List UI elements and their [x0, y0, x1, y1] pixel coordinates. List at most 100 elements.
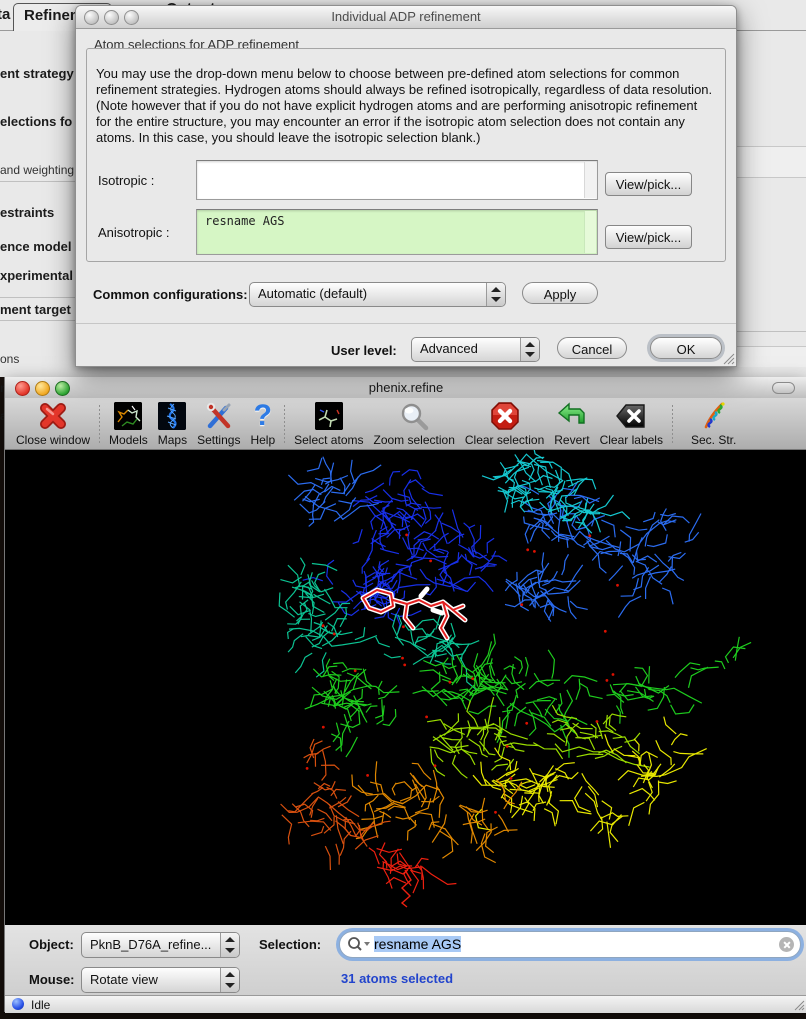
bg-label-reference-model: ence model r	[0, 239, 80, 254]
secondary-structure-button[interactable]: Sec. Str.	[691, 399, 736, 449]
isotropic-field[interactable]	[196, 160, 598, 200]
bg-label-strategy: ent strategy	[0, 66, 74, 81]
dialog-titlebar[interactable]: Individual ADP refinement	[76, 6, 736, 29]
footer-separator	[76, 323, 736, 324]
bg-label-weighting: and weighting	[0, 163, 74, 177]
selection-input-text[interactable]: resname AGS	[374, 936, 461, 952]
models-button[interactable]: Models	[109, 399, 148, 449]
isotropic-label: Isotropic :	[98, 173, 154, 188]
mouse-dropdown[interactable]: Rotate view	[81, 967, 240, 993]
help-icon: ?	[254, 400, 272, 432]
viewer-toolbar: Close window Models	[5, 398, 806, 450]
revert-button[interactable]: Revert	[554, 399, 589, 449]
secondary-structure-icon	[699, 400, 729, 432]
object-dropdown[interactable]: PknB_D76A_refine...	[81, 932, 240, 958]
dropdown-stepper-icon[interactable]	[220, 968, 239, 992]
toolbar-separator	[284, 405, 285, 445]
toolbar-item-label: Sec. Str.	[691, 433, 736, 449]
bg-separator-1	[0, 181, 76, 182]
anisotropic-field[interactable]: resname AGS	[196, 209, 598, 255]
clear-labels-icon	[615, 400, 647, 432]
common-configurations-value: Automatic (default)	[258, 286, 483, 301]
resize-grip-icon[interactable]	[722, 352, 735, 365]
revert-icon	[556, 400, 588, 432]
bg-right-band-1	[735, 146, 806, 178]
maps-button[interactable]: Maps	[158, 399, 187, 449]
cancel-button[interactable]: Cancel	[557, 337, 627, 359]
toolbar-item-label: Select atoms	[294, 433, 363, 449]
settings-icon	[204, 400, 234, 432]
apply-button[interactable]: Apply	[522, 282, 598, 304]
bg-separator-3	[0, 320, 76, 321]
common-configurations-dropdown[interactable]: Automatic (default)	[249, 282, 506, 307]
toolbar-item-label: Revert	[554, 433, 589, 449]
toolbar-item-label: Close window	[16, 433, 90, 449]
common-configurations-label: Common configurations:	[93, 287, 248, 302]
ok-button[interactable]: OK	[650, 337, 722, 359]
maps-icon	[158, 400, 186, 432]
viewer-control-panel: Object: PknB_D76A_refine... Selection: r…	[5, 925, 806, 995]
user-level-dropdown[interactable]: Advanced	[411, 337, 540, 362]
selection-search-field[interactable]: resname AGS	[339, 931, 801, 958]
viewer-statusbar: Idle	[5, 995, 806, 1013]
bg-label-selections: elections fo	[0, 114, 72, 129]
models-icon	[114, 400, 142, 432]
tab-fragment-data[interactable]: ta	[0, 6, 10, 23]
select-atoms-icon	[315, 400, 343, 432]
toolbar-item-label: Help	[250, 433, 275, 449]
atoms-selected-status: 31 atoms selected	[341, 971, 453, 986]
screen: ta Refinemen Output ent strategy electio…	[0, 0, 806, 1019]
dropdown-stepper-icon[interactable]	[486, 283, 505, 306]
mouse-value: Rotate view	[90, 972, 217, 987]
bg-separator-2	[0, 297, 76, 298]
toolbar-item-label: Settings	[197, 433, 240, 449]
toolbar-item-label: Models	[109, 433, 148, 449]
bg-label-ons: ons	[0, 352, 19, 366]
toolbar-item-label: Clear labels	[600, 433, 663, 449]
status-text: Idle	[31, 998, 50, 1012]
zoom-selection-button[interactable]: Zoom selection	[374, 399, 455, 449]
clear-labels-button[interactable]: Clear labels	[600, 399, 663, 449]
molecule-wireframe	[5, 450, 806, 925]
toolbar-item-label: Maps	[158, 433, 187, 449]
toolbar-toggle-icon[interactable]	[772, 382, 795, 394]
toolbar-item-label: Clear selection	[465, 433, 544, 449]
anisotropic-view-pick-button[interactable]: View/pick...	[605, 225, 692, 249]
mouse-label: Mouse:	[29, 972, 75, 987]
status-indicator-icon	[12, 998, 24, 1010]
isotropic-view-pick-button[interactable]: View/pick...	[605, 172, 692, 196]
search-icon[interactable]	[347, 936, 373, 954]
anisotropic-value: resname AGS	[205, 214, 284, 228]
selection-label: Selection:	[259, 937, 321, 952]
viewer-titlebar[interactable]: phenix.refine	[5, 377, 806, 399]
settings-button[interactable]: Settings	[197, 399, 240, 449]
object-value: PknB_D76A_refine...	[90, 937, 217, 952]
selected-text: resname AGS	[374, 936, 461, 952]
anisotropic-label: Anisotropic :	[98, 225, 170, 240]
clear-selection-button[interactable]: Clear selection	[465, 399, 544, 449]
toolbar-item-label: Zoom selection	[374, 433, 455, 449]
isotropic-scrollbar[interactable]	[584, 162, 596, 198]
dropdown-stepper-icon[interactable]	[520, 338, 539, 361]
bg-label-experimental: xperimental	[0, 268, 73, 283]
object-label: Object:	[29, 937, 74, 952]
resize-grip-icon[interactable]	[793, 999, 805, 1011]
close-window-button[interactable]: Close window	[16, 399, 90, 449]
select-atoms-button[interactable]: Select atoms	[294, 399, 363, 449]
close-window-icon	[38, 400, 68, 432]
adp-refinement-dialog: Individual ADP refinement Atom selection…	[75, 5, 737, 367]
anisotropic-scrollbar[interactable]	[584, 211, 596, 253]
bg-right-band-2	[735, 346, 806, 367]
bg-label-restraints: estraints	[0, 205, 54, 220]
toolbar-separator	[672, 405, 673, 445]
molecule-viewport[interactable]	[5, 450, 806, 925]
description-text: You may use the drop-down menu below to …	[96, 66, 714, 147]
bg-right-line	[735, 331, 806, 332]
phenix-refine-window: phenix.refine Close window	[4, 377, 806, 1012]
help-button[interactable]: ? Help	[250, 399, 275, 449]
dropdown-stepper-icon[interactable]	[220, 933, 239, 957]
toolbar-separator	[99, 405, 100, 445]
zoom-selection-icon	[399, 400, 429, 432]
clear-search-icon[interactable]	[779, 937, 794, 952]
bg-label-target: ment target	[0, 302, 71, 317]
